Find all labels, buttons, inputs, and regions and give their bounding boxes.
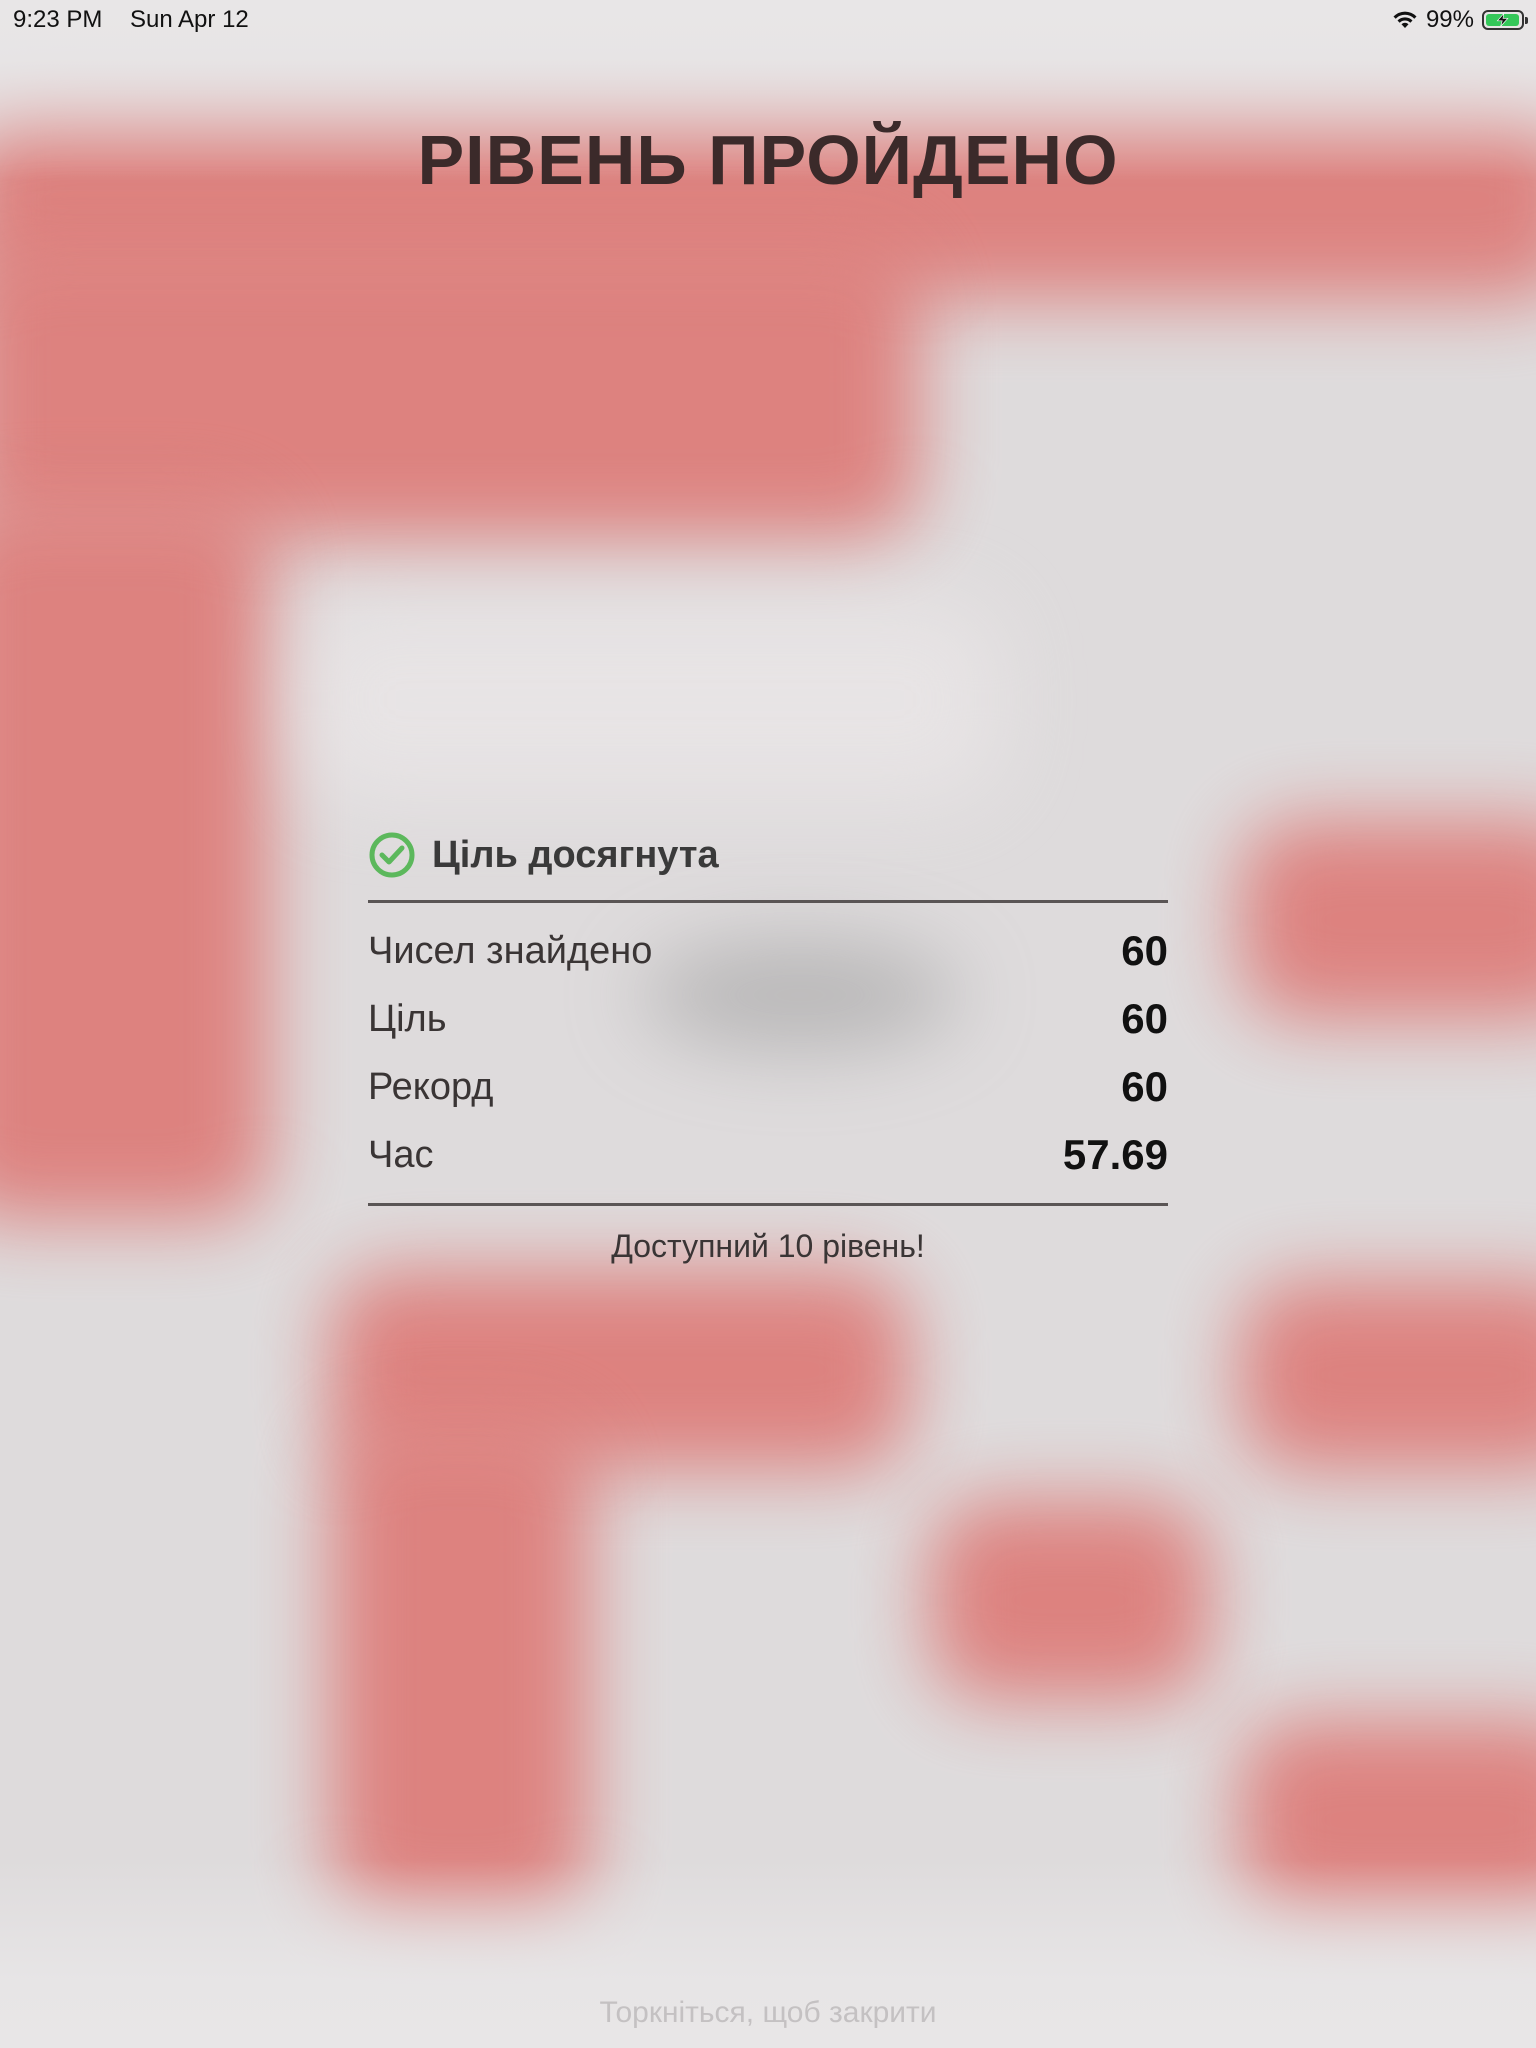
stat-row-goal: Ціль 60 — [368, 985, 1168, 1053]
stat-label: Ціль — [368, 997, 447, 1040]
battery-charging-icon — [1482, 10, 1528, 30]
level-complete-title: РІВЕНЬ ПРОЙДЕНО — [417, 121, 1119, 199]
battery-percent: 99% — [1425, 6, 1474, 33]
stat-value: 60 — [1121, 1063, 1168, 1110]
stat-row-numbers-found: Чисел знайдено 60 — [368, 917, 1168, 985]
stat-label: Час — [368, 1133, 434, 1176]
wifi-icon — [1393, 11, 1417, 28]
divider — [368, 900, 1168, 903]
stat-label: Рекорд — [368, 1065, 494, 1108]
stat-value: 57.69 — [1062, 1131, 1168, 1178]
status-time: 9:23 PM — [13, 6, 103, 33]
status-bar: 9:23 PM Sun Apr 12 99% — [0, 0, 1536, 40]
result-card: Ціль досягнута Чисел знайдено 60 Ціль 60… — [368, 820, 1168, 1265]
tap-to-close-hint[interactable]: Торкніться, щоб закрити — [0, 1996, 1536, 2030]
goal-status-row: Ціль досягнута — [368, 820, 1168, 890]
stat-label: Чисел знайдено — [368, 929, 653, 972]
stat-value: 60 — [1121, 927, 1168, 974]
goal-label: Ціль досягнута — [432, 833, 719, 876]
stat-value: 60 — [1121, 995, 1168, 1042]
stat-row-time: Час 57.69 — [368, 1121, 1168, 1189]
check-circle-icon — [369, 832, 415, 878]
status-indicators: 99% — [1392, 6, 1528, 34]
stat-row-record: Рекорд 60 — [368, 1053, 1168, 1121]
status-date: Sun Apr 12 — [130, 6, 249, 33]
unlock-message: Доступний 10 рівень! — [611, 1228, 925, 1264]
divider — [368, 1203, 1168, 1206]
